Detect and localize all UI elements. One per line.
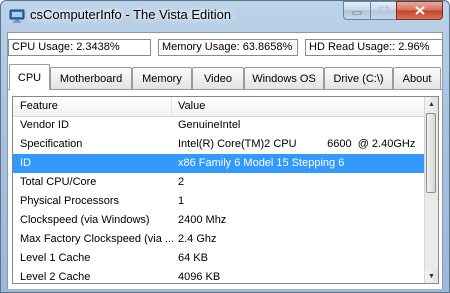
tab-cpu[interactable]: CPU [9,64,50,90]
window-title: csComputerInfo - The Vista Edition [30,7,232,22]
tab-strip: CPU Motherboard Memory Video Windows OS … [8,64,442,90]
table-row[interactable]: Specification Intel(R) Core(TM)2 CPU 660… [13,135,426,154]
value-cell: 1 [178,195,185,207]
computer-icon [9,8,25,24]
minimize-button[interactable] [343,1,371,20]
column-header-feature[interactable]: Feature [20,100,58,112]
column-header-value[interactable]: Value [178,100,205,112]
value-cell: 2.4 Ghz [178,233,217,245]
close-icon [414,6,425,15]
column-divider[interactable] [171,97,172,116]
table-row[interactable]: Clockspeed (via Windows) 2400 Mhz [13,211,426,230]
table-row[interactable]: Vendor ID GenuineIntel [13,116,426,135]
chevron-up-icon: ▲ [428,100,435,108]
list-header: Feature Value [13,97,426,117]
feature-cell: Clockspeed (via Windows) [20,214,150,226]
scroll-up-button[interactable]: ▲ [425,97,438,111]
tab-drive-c[interactable]: Drive (C:\) [324,67,393,89]
tab-motherboard[interactable]: Motherboard [50,67,132,89]
hd-read-usage-status: HD Read Usage:: 2.96% [305,39,443,56]
value-cell: 4096 KB [178,271,221,283]
tab-memory[interactable]: Memory [132,67,192,89]
table-row[interactable]: Level 2 Cache 4096 KB [13,268,426,283]
scroll-thumb[interactable] [426,113,436,193]
feature-cell: Specification [20,138,83,150]
close-button[interactable] [396,1,443,20]
feature-cell: Physical Processors [20,195,120,207]
chevron-down-icon: ▼ [428,272,435,280]
client-area: CPU Usage: 2.3438% Memory Usage: 63.8658… [7,32,443,289]
cpu-usage-status: CPU Usage: 2.3438% [8,39,151,56]
table-row[interactable]: Max Factory Clockspeed (via ... 2.4 Ghz [13,230,426,249]
feature-cell: Level 1 Cache [20,252,91,264]
value-cell: 2 [178,176,185,188]
table-row[interactable]: Total CPU/Core 2 [13,173,426,192]
tab-about[interactable]: About [393,67,441,89]
cpu-tab-panel: Feature Value Vendor ID GenuineIntel Spe… [8,89,442,289]
feature-cell: ID [20,157,31,169]
table-row[interactable]: Level 1 Cache 64 KB [13,249,426,268]
value-cell: GenuineIntel [178,119,241,131]
feature-cell: Max Factory Clockspeed (via ... [20,233,175,245]
maximize-icon [378,6,389,15]
tab-video[interactable]: Video [192,67,244,89]
value-cell: x86 Family 6 Model 15 Stepping 6 [178,157,345,169]
maximize-button[interactable] [370,1,397,20]
feature-cell: Level 2 Cache [20,271,91,283]
value-cell: 64 KB [178,252,208,264]
title-bar[interactable]: csComputerInfo - The Vista Edition [1,1,449,31]
table-row[interactable]: Physical Processors 1 [13,192,426,211]
minimize-icon [352,11,362,14]
value-cell: Intel(R) Core(TM)2 CPU 6600 @ 2.40GHz [178,138,416,150]
table-row-selected[interactable]: ID x86 Family 6 Model 15 Stepping 6 [13,154,426,173]
app-window: csComputerInfo - The Vista Edition CPU U… [0,0,450,293]
memory-usage-status: Memory Usage: 63.8658% [158,39,298,56]
scroll-down-button[interactable]: ▼ [425,269,438,283]
feature-cell: Vendor ID [20,119,69,131]
value-cell: 2400 Mhz [178,214,227,226]
feature-list[interactable]: Feature Value Vendor ID GenuineIntel Spe… [12,96,439,284]
tab-windows-os[interactable]: Windows OS [244,67,324,89]
feature-cell: Total CPU/Core [20,176,97,188]
vertical-scrollbar[interactable]: ▲ ▼ [424,97,438,283]
